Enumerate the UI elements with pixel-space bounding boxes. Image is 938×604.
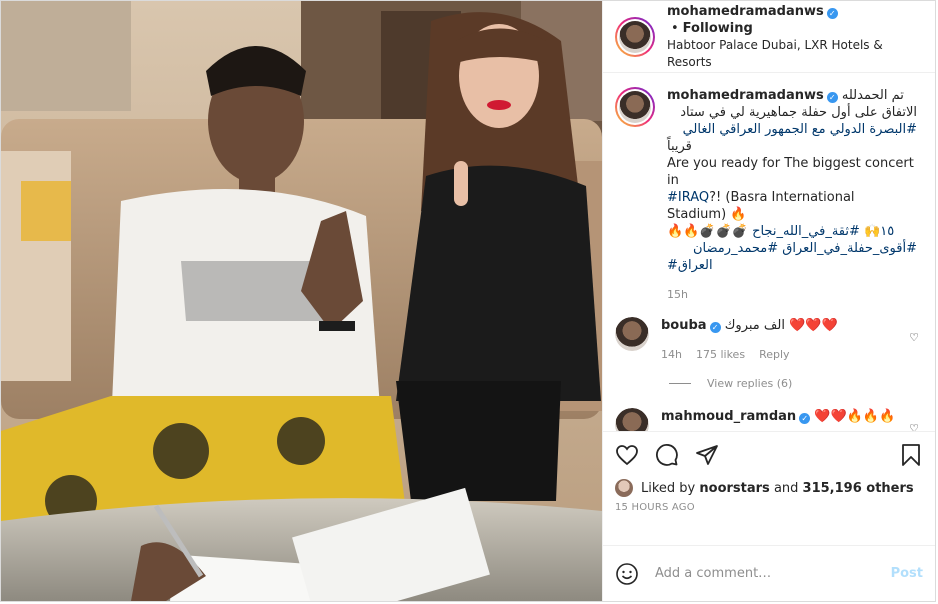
caption-body: mohamedramadanws ✓ تم الحمدلله الاتفاق عل… xyxy=(667,87,917,303)
share-icon[interactable] xyxy=(695,443,719,467)
caption-line: قريباً xyxy=(667,139,692,154)
caption-line: الاتفاق على أول حفلة جماهيرية لي في ستاد xyxy=(680,105,917,120)
liker-avatar[interactable] xyxy=(615,479,633,497)
likes-prefix: Liked by xyxy=(641,480,696,496)
caption-hashtag-line[interactable]: 🔥🔥💣💣💣 ١٥🙌 #ثقة_في_الله_نجاح xyxy=(667,223,917,240)
comment-icon[interactable] xyxy=(655,443,679,467)
post-photo[interactable] xyxy=(1,1,602,601)
following-button[interactable]: Following xyxy=(683,21,753,36)
header-avatar[interactable] xyxy=(615,16,655,57)
post-button[interactable]: Post xyxy=(891,566,923,581)
post-header: mohamedramadanws ✓ • Following Habtoor Pala… xyxy=(603,1,935,73)
comment-avatar[interactable] xyxy=(615,408,649,431)
comment-like-icon[interactable]: ♡ xyxy=(909,331,919,344)
likes-summary: Liked by noorstars and 315,196 others xyxy=(603,477,935,499)
verified-icon: ✓ xyxy=(709,322,721,333)
caption-line: Are you ready for The biggest concert in xyxy=(667,156,914,188)
caption-avatar[interactable] xyxy=(615,87,655,127)
verified-icon: ✓ xyxy=(799,413,811,424)
caption-line: تم الحمدلله xyxy=(841,88,904,103)
caption: mohamedramadanws ✓ تم الحمدلله الاتفاق عل… xyxy=(615,87,923,303)
caption-hashtag-line[interactable]: #أقوى_حفلة_في_العراق #محمد_رمضان xyxy=(667,240,917,257)
verified-icon: ✓ xyxy=(826,7,838,19)
reply-button[interactable]: Reply xyxy=(759,348,789,361)
photo-illustration xyxy=(1,1,602,601)
header-username[interactable]: mohamedramadanws xyxy=(667,4,824,19)
comments-section[interactable]: mohamedramadanws ✓ تم الحمدلله الاتفاق عل… xyxy=(603,73,935,431)
location-link[interactable]: Habtoor Palace Dubai, LXR Hotels & Resor… xyxy=(667,37,923,71)
add-comment-bar: Post xyxy=(603,545,935,601)
view-replies-button[interactable]: View replies (6) xyxy=(669,377,923,390)
heart-icon[interactable] xyxy=(615,443,639,467)
comment-item: bouba ✓ الف مبروك ❤️❤️❤️ 14h 175 likes Repl… xyxy=(615,317,923,363)
comment-body: mahmoud_ramdan ✓ ❤️❤️🔥🔥🔥 xyxy=(661,408,911,431)
post-frame: mohamedramadanws ✓• Following Habtoor Pala… xyxy=(0,0,936,602)
verified-icon: ✓ xyxy=(826,92,838,103)
caption-time[interactable]: 15h xyxy=(667,288,688,301)
comment-avatar[interactable] xyxy=(615,317,649,351)
comment-text: ❤️❤️🔥🔥🔥 xyxy=(814,409,896,424)
hashtag-iraq[interactable]: #IRAQ xyxy=(667,190,709,205)
caption-hashtag-line[interactable]: #العراق xyxy=(667,257,917,274)
comment-time[interactable]: 14h xyxy=(661,348,682,361)
likes-count[interactable]: 315,196 others xyxy=(803,481,914,496)
comment-text: الف مبروك ❤️❤️❤️ xyxy=(724,318,838,333)
comment-item: mahmoud_ramdan ✓ ❤️❤️🔥🔥🔥 ♡ xyxy=(615,408,923,431)
comment-body: bouba ✓ الف مبروك ❤️❤️❤️ 14h 175 likes Repl… xyxy=(661,317,911,363)
action-bar xyxy=(603,431,935,477)
header-separator: • xyxy=(671,20,679,36)
caption-username[interactable]: mohamedramadanws xyxy=(667,88,824,103)
comment-likes[interactable]: 175 likes xyxy=(696,348,745,361)
bookmark-icon[interactable] xyxy=(899,443,923,467)
liker-username[interactable]: noorstars xyxy=(699,481,769,496)
emoji-icon[interactable] xyxy=(615,562,639,586)
header-text: mohamedramadanws ✓ • Following Habtoor Pala… xyxy=(667,3,923,71)
comment-username[interactable]: mahmoud_ramdan xyxy=(661,409,796,424)
post-sidebar: mohamedramadanws ✓• Following Habtoor Pala… xyxy=(602,1,935,601)
comment-username[interactable]: bouba xyxy=(661,318,707,333)
comment-input[interactable] xyxy=(653,565,891,582)
likes-joiner: and xyxy=(773,480,799,496)
comment-like-icon[interactable]: ♡ xyxy=(909,422,919,431)
caption-hashtag-line[interactable]: #البصرة الدولي مع الجمهور العراقي الغالي xyxy=(667,121,917,138)
post-timestamp[interactable]: 15 HOURS AGO xyxy=(603,499,935,524)
